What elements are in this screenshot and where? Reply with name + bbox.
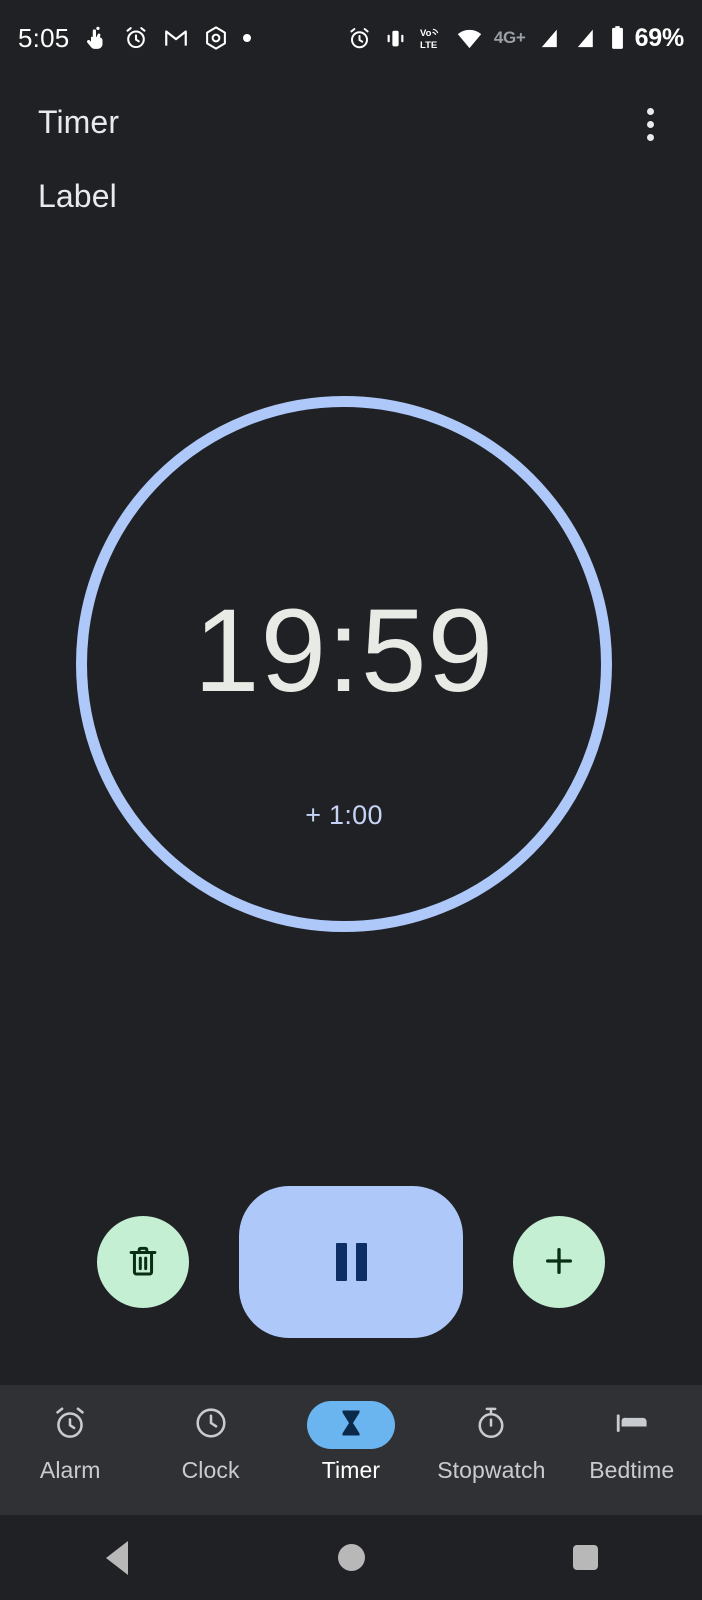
timer-actions bbox=[0, 1186, 702, 1338]
nav-item-bedtime[interactable]: Bedtime bbox=[562, 1401, 702, 1484]
overflow-menu-button[interactable] bbox=[626, 100, 674, 148]
nav-pill-stopwatch bbox=[447, 1401, 535, 1449]
pause-button[interactable] bbox=[239, 1186, 463, 1338]
plus-icon bbox=[539, 1241, 579, 1284]
stopwatch-icon bbox=[472, 1404, 510, 1447]
svg-text:Vo: Vo bbox=[420, 28, 432, 39]
nav-pill-bedtime bbox=[588, 1401, 676, 1449]
status-bar-left: 5:05 bbox=[18, 23, 252, 53]
trash-icon bbox=[124, 1242, 162, 1283]
battery-icon bbox=[609, 25, 626, 51]
alarm-icon bbox=[123, 25, 149, 51]
nav-label-alarm: Alarm bbox=[39, 1457, 101, 1483]
system-recents-button[interactable] bbox=[525, 1528, 645, 1588]
app-bar: Timer bbox=[0, 86, 702, 166]
nav-label-bedtime: Bedtime bbox=[589, 1457, 675, 1483]
hourglass-icon bbox=[334, 1406, 368, 1445]
status-bar-right: Vo LTE 4G+ 69% bbox=[347, 24, 684, 53]
gmail-icon bbox=[163, 25, 189, 51]
back-triangle-icon bbox=[106, 1540, 128, 1575]
timer-add-minute-hint: + 1:00 bbox=[305, 800, 383, 830]
nav-item-clock[interactable]: Clock bbox=[141, 1401, 281, 1484]
recents-square-icon bbox=[572, 1545, 598, 1570]
page-title: Timer bbox=[38, 104, 120, 140]
wifi-icon bbox=[456, 25, 483, 52]
svg-text:LTE: LTE bbox=[420, 40, 437, 51]
nav-label-stopwatch: Stopwatch bbox=[437, 1457, 546, 1483]
nav-label-timer: Timer bbox=[321, 1457, 381, 1483]
notification-dot-icon bbox=[243, 34, 252, 42]
nav-item-alarm[interactable]: Alarm bbox=[0, 1401, 140, 1484]
battery-percent-label: 69% bbox=[634, 23, 685, 52]
pause-icon bbox=[335, 1243, 367, 1281]
signal-bar-icon bbox=[573, 26, 598, 51]
timer-circle[interactable]: 19:59 + 1:00 bbox=[76, 396, 612, 932]
timer-screen: 5:05 Vo LTE 4G+ 69% Timer Label 19:59 + … bbox=[0, 0, 702, 1600]
clock-icon bbox=[192, 1404, 230, 1447]
timer-remaining-time: 19:59 bbox=[193, 585, 495, 717]
bed-icon bbox=[613, 1404, 651, 1447]
system-home-button[interactable] bbox=[291, 1528, 411, 1588]
vibrate-icon bbox=[383, 26, 408, 51]
nav-pill-alarm bbox=[26, 1401, 114, 1449]
home-circle-icon bbox=[337, 1544, 365, 1571]
nav-item-timer[interactable]: Timer bbox=[281, 1401, 421, 1484]
more-vert-icon bbox=[646, 120, 654, 128]
status-clock: 5:05 bbox=[18, 23, 70, 53]
delete-timer-button[interactable] bbox=[97, 1216, 189, 1308]
system-navigation-bar bbox=[0, 1515, 702, 1600]
nav-label-clock: Clock bbox=[181, 1457, 240, 1483]
photos-icon bbox=[203, 25, 229, 51]
more-vert-icon bbox=[646, 107, 654, 115]
add-minute-button[interactable] bbox=[513, 1216, 605, 1308]
nav-item-stopwatch[interactable]: Stopwatch bbox=[421, 1401, 561, 1484]
volte-icon: Vo LTE bbox=[419, 25, 445, 51]
nav-pill-clock bbox=[167, 1401, 255, 1449]
touch-indicator-icon bbox=[83, 25, 109, 51]
timer-label-field[interactable]: Label bbox=[38, 178, 117, 215]
nav-pill-timer bbox=[306, 1401, 395, 1449]
alarm-icon bbox=[347, 26, 372, 51]
alarm-clock-icon bbox=[51, 1404, 89, 1447]
bottom-navigation: Alarm Clock Timer Stopwatch Bedtime bbox=[0, 1385, 702, 1515]
network-type-label: 4G+ bbox=[493, 28, 526, 47]
more-vert-icon bbox=[646, 133, 654, 141]
signal-bar-icon bbox=[537, 26, 562, 51]
system-back-button[interactable] bbox=[57, 1528, 177, 1588]
status-bar: 5:05 Vo LTE 4G+ 69% bbox=[0, 0, 702, 76]
